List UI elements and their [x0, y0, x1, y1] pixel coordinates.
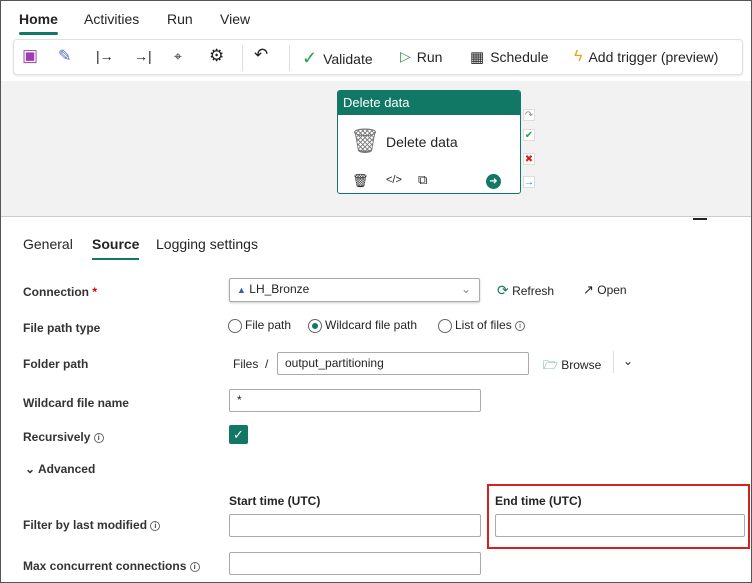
schedule-button[interactable]: ▦ Schedule: [470, 48, 549, 66]
resize-handle[interactable]: [693, 218, 707, 220]
tab-view[interactable]: View: [220, 11, 250, 27]
file-path-type-label: File path type: [23, 321, 101, 335]
start-time-input[interactable]: [229, 514, 481, 537]
validate-label: Validate: [323, 50, 373, 67]
tab-general[interactable]: General: [23, 236, 73, 252]
gear-icon[interactable]: ⚙: [209, 46, 224, 66]
toolbar: ▣ ✎ |→ →| ⌖ ⚙ ↶ ✓ Validate ▷ Run ▦ Schedule…: [13, 39, 743, 75]
folder-separator: /: [265, 357, 269, 371]
lakehouse-icon: ▲: [237, 285, 246, 295]
info-icon: i: [150, 520, 161, 531]
tab-source[interactable]: Source: [92, 236, 140, 260]
run-label: Run: [416, 48, 443, 65]
tab-logging-settings[interactable]: Logging settings: [156, 236, 258, 252]
info-icon: i: [515, 320, 526, 331]
save-icon[interactable]: ▣: [22, 46, 38, 66]
info-icon: i: [189, 561, 200, 572]
complete-icon[interactable]: →: [523, 176, 535, 188]
folder-prefix: Files: [233, 357, 259, 371]
browse-button[interactable]: 🗁 Browse: [543, 356, 601, 377]
radio-wildcard-file-path[interactable]: Wildcard file path: [308, 318, 417, 333]
chevron-down-icon[interactable]: ⌄: [623, 354, 633, 368]
chevron-down-icon: ⌄: [25, 462, 36, 476]
lightning-icon: ϟ: [574, 48, 583, 65]
advanced-toggle[interactable]: ⌄ Advanced: [25, 462, 95, 476]
activity-header: Delete data: [338, 91, 520, 115]
add-trigger-button[interactable]: ϟ Add trigger (preview): [574, 48, 718, 66]
arrow-right-icon[interactable]: ➜: [486, 174, 501, 189]
wildcard-file-name-input[interactable]: *: [229, 389, 481, 412]
trash-icon: 🗑: [350, 128, 381, 155]
delete-icon[interactable]: 🗑: [352, 173, 369, 189]
folder-path-input[interactable]: output_partitioning: [277, 352, 529, 375]
calendar-icon: ▦: [470, 49, 485, 66]
connection-value: LH_Bronze: [249, 282, 310, 296]
open-button[interactable]: ↗ Open: [583, 282, 627, 298]
max-concurrent-connections-input[interactable]: [229, 552, 481, 575]
run-button[interactable]: ▷ Run: [400, 48, 442, 65]
refresh-icon: ⟳: [497, 282, 509, 298]
schedule-label: Schedule: [490, 49, 549, 65]
recursively-checkbox[interactable]: ✓: [229, 425, 248, 444]
max-concurrent-connections-label: Max concurrent connections i: [23, 559, 200, 573]
wildcard-file-name-label: Wildcard file name: [23, 396, 129, 410]
folder-path-label: Folder path: [23, 357, 89, 371]
connection-label: Connection *: [23, 285, 98, 299]
check-icon: ✓: [302, 48, 318, 68]
delete-data-activity[interactable]: Delete data 🗑 Delete data 🗑 </> ⧉ ➜: [337, 90, 521, 194]
undo-icon[interactable]: ↶: [254, 45, 268, 65]
open-external-icon: ↗: [583, 282, 594, 297]
success-icon[interactable]: ✔: [523, 129, 535, 141]
code-icon[interactable]: </>: [386, 174, 402, 186]
tab-run[interactable]: Run: [167, 11, 193, 27]
validate-button[interactable]: ✓ Validate: [302, 48, 373, 69]
connection-select[interactable]: ▲ LH_Bronze ⌄: [229, 278, 480, 302]
end-time-input[interactable]: [495, 514, 745, 537]
radio-file-path[interactable]: File path: [228, 318, 291, 333]
chevron-down-icon: ⌄: [460, 282, 471, 296]
tab-home[interactable]: Home: [19, 11, 58, 35]
fail-icon[interactable]: ✖: [523, 153, 535, 165]
end-time-label: End time (UTC): [495, 494, 582, 508]
copy-icon[interactable]: ⧉: [418, 172, 427, 188]
start-time-label: Start time (UTC): [229, 494, 321, 508]
skip-icon[interactable]: ↷: [523, 109, 535, 121]
expand-icon[interactable]: ⌖: [174, 48, 182, 65]
activity-title: Delete data: [386, 134, 458, 150]
filter-last-modified-label: Filter by last modified i: [23, 518, 161, 532]
refresh-button[interactable]: ⟳ Refresh: [497, 282, 554, 299]
tab-activities[interactable]: Activities: [84, 11, 139, 27]
recursively-label: Recursively i: [23, 430, 104, 444]
step-in-icon[interactable]: |→: [96, 48, 114, 64]
step-out-icon[interactable]: →|: [134, 48, 152, 64]
add-trigger-label: Add trigger (preview): [588, 49, 719, 65]
radio-list-of-files[interactable]: List of files i: [438, 318, 526, 333]
play-icon: ▷: [400, 48, 411, 64]
save-as-icon[interactable]: ✎: [58, 46, 71, 66]
folder-icon: 🗁: [543, 358, 558, 372]
info-icon: i: [93, 432, 104, 443]
